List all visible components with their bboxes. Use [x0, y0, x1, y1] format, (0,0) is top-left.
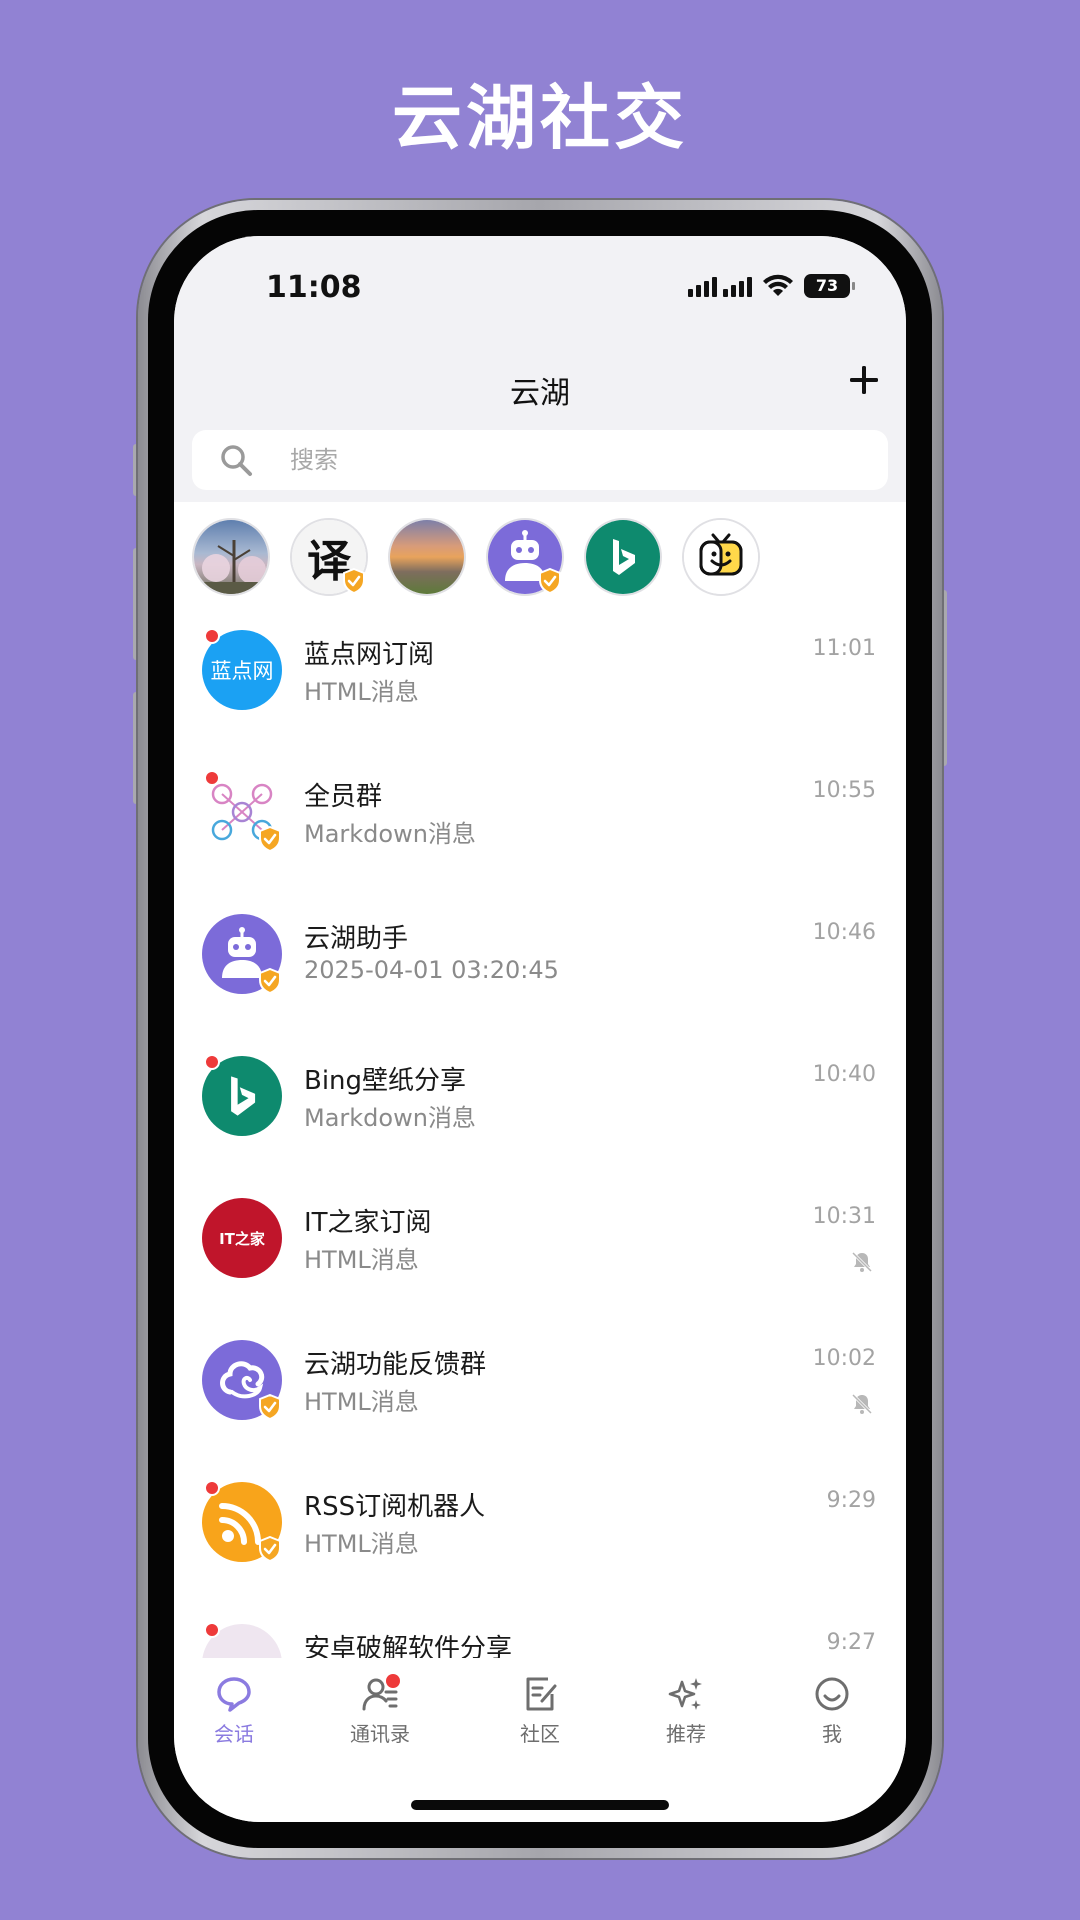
- tab-label: 会话: [214, 1722, 254, 1746]
- conversation-time: 9:27: [826, 1630, 876, 1655]
- bing-logo-icon: [231, 1076, 256, 1116]
- pinned-avatars-row: 译: [192, 518, 760, 596]
- unread-dot: [204, 1054, 220, 1070]
- battery-icon: 73: [804, 274, 855, 298]
- avatar: [202, 1340, 282, 1420]
- home-indicator[interactable]: [411, 1800, 669, 1810]
- tab-recommend[interactable]: 推荐: [636, 1674, 736, 1747]
- conversation-preview: Markdown消息: [304, 1104, 476, 1132]
- contacts-badge-dot: [386, 1674, 400, 1688]
- story-translate[interactable]: 译: [290, 518, 368, 596]
- story-bing[interactable]: [584, 518, 662, 596]
- conversation-item[interactable]: RSS订阅机器人 HTML消息 9:29: [174, 1462, 906, 1604]
- verified-shield-icon: [259, 1536, 281, 1562]
- conversation-time: 9:29: [826, 1488, 876, 1513]
- tab-label: 通讯录: [350, 1722, 410, 1746]
- conversation-preview: HTML消息: [304, 1388, 419, 1416]
- muted-bell-icon: [851, 1393, 873, 1415]
- edit-note-icon: [526, 1677, 557, 1711]
- story-blossom-tree[interactable]: [192, 518, 270, 596]
- conversation-preview: HTML消息: [304, 678, 419, 706]
- unread-dot: [204, 628, 220, 644]
- tab-conversations[interactable]: 会话: [184, 1674, 284, 1747]
- verified-shield-icon: [259, 1394, 281, 1420]
- verified-shield-icon: [343, 568, 365, 594]
- conversation-item[interactable]: 云湖助手 2025-04-01 03:20:45 10:46: [174, 894, 906, 1036]
- conversation-preview: 2025-04-01 03:20:45: [304, 956, 559, 984]
- story-robot[interactable]: [486, 518, 564, 596]
- avatar-text: IT之家: [219, 1229, 265, 1248]
- conversation-item[interactable]: 全员群 Markdown消息 10:55: [174, 752, 906, 894]
- conversation-list: 蓝点网 蓝点网订阅 HTML消息 11:01 全员群 Markdown消息 10…: [174, 610, 906, 1746]
- sparkle-icon: [668, 1678, 702, 1710]
- conversation-time: 10:02: [812, 1346, 876, 1371]
- verified-shield-icon: [259, 968, 281, 994]
- story-sunset[interactable]: [388, 518, 466, 596]
- conversation-time: 10:55: [812, 778, 876, 803]
- conversation-time: 11:01: [812, 636, 876, 661]
- tab-label: 社区: [520, 1722, 560, 1746]
- tab-contacts[interactable]: 通讯录: [330, 1674, 430, 1747]
- smile-face-icon: [815, 1677, 849, 1711]
- unread-dot: [204, 1622, 220, 1638]
- conversation-item[interactable]: Bing壁纸分享 Markdown消息 10:40: [174, 1036, 906, 1178]
- conversation-time: 10:46: [812, 920, 876, 945]
- conversation-name: 云湖功能反馈群: [304, 1350, 487, 1380]
- bottom-tab-bar: 会话 通讯录 社区 推荐 我: [174, 1658, 906, 1822]
- status-icons: 73: [688, 274, 855, 298]
- conversation-time: 10:31: [812, 1204, 876, 1229]
- conversation-preview: HTML消息: [304, 1530, 419, 1558]
- conversation-name: Bing壁纸分享: [304, 1066, 467, 1096]
- conversation-preview: Markdown消息: [304, 820, 476, 848]
- avatar: IT之家: [202, 1198, 282, 1278]
- wifi-icon: [763, 274, 793, 296]
- conversation-name: 全员群: [304, 782, 383, 812]
- cellular-signal-icon: [688, 275, 752, 297]
- add-icon[interactable]: [844, 360, 884, 400]
- tab-label: 我: [822, 1722, 842, 1746]
- conversation-preview: HTML消息: [304, 1246, 419, 1274]
- conversation-name: 蓝点网订阅: [304, 640, 435, 670]
- status-time: 11:08: [266, 270, 362, 305]
- conversation-item[interactable]: 云湖功能反馈群 HTML消息 10:02: [174, 1320, 906, 1462]
- verified-shield-icon: [259, 826, 281, 852]
- tv-smile-icon: [699, 533, 743, 576]
- blossom-tree-image: [194, 540, 268, 594]
- phone-screen: 11:08 73 云湖 搜索 译 蓝点网 蓝点网订阅 HTML消息 11:01 …: [174, 236, 906, 1822]
- header-area: 11:08 73 云湖: [174, 236, 906, 502]
- search-input[interactable]: [290, 446, 850, 474]
- conversation-name: IT之家订阅: [304, 1208, 432, 1238]
- conversation-time: 10:40: [812, 1062, 876, 1087]
- unread-dot: [204, 1480, 220, 1496]
- conversation-item[interactable]: IT之家 IT之家订阅 HTML消息 10:31: [174, 1178, 906, 1320]
- promo-title: 云湖社交: [392, 77, 688, 159]
- conversation-item[interactable]: 蓝点网 蓝点网订阅 HTML消息 11:01: [174, 610, 906, 752]
- muted-bell-icon: [851, 1251, 873, 1273]
- conversation-name: RSS订阅机器人: [304, 1492, 486, 1522]
- verified-shield-icon: [539, 568, 561, 594]
- conversation-name: 云湖助手: [304, 924, 409, 954]
- search-icon: [221, 445, 252, 476]
- bing-logo-icon: [613, 539, 635, 575]
- page-title: 云湖: [510, 376, 570, 411]
- tab-community[interactable]: 社区: [490, 1674, 590, 1747]
- avatar: [202, 914, 282, 994]
- tab-label: 推荐: [666, 1722, 706, 1746]
- avatar-text: 蓝点网: [210, 659, 274, 683]
- story-tv-smile[interactable]: [682, 518, 760, 596]
- unread-dot: [204, 770, 220, 786]
- tab-me[interactable]: 我: [782, 1674, 882, 1747]
- chat-bubble-icon: [217, 1677, 251, 1712]
- search-bar[interactable]: [192, 430, 888, 490]
